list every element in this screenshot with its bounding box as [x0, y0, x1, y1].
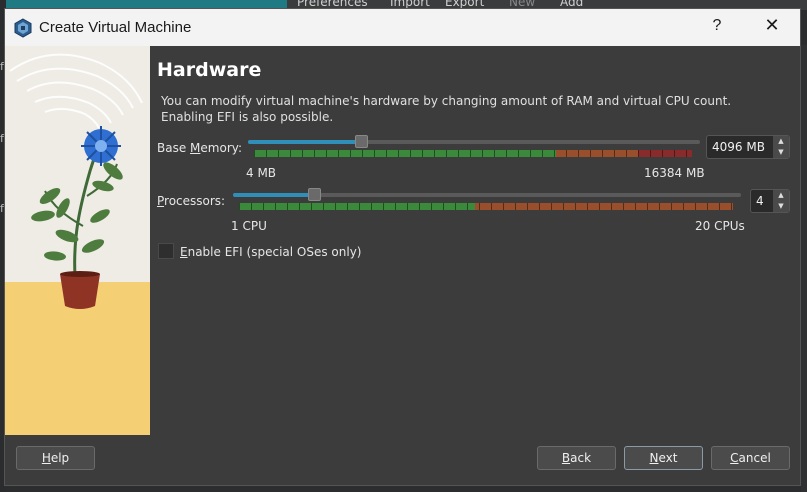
label-mnemonic: P: [157, 194, 165, 208]
processors-slider-fill: [233, 193, 315, 197]
cancel-button[interactable]: Cancel: [711, 446, 790, 470]
processors-slider-handle[interactable]: [308, 188, 322, 201]
label-text: Base: [157, 141, 191, 155]
virtualbox-icon: [14, 18, 32, 38]
button-label: elp: [50, 451, 70, 465]
label-text: rocessors:: [164, 194, 226, 208]
base-memory-slider-handle[interactable]: [355, 135, 368, 148]
description-line: Enabling EFI is also possible.: [161, 110, 334, 124]
memory-min-label: 4 MB: [246, 166, 277, 180]
spin-buttons: ▲ ▼: [773, 136, 789, 158]
memory-max-label: 16384 MB: [644, 166, 705, 180]
button-mnemonic: N: [649, 451, 659, 465]
help-icon[interactable]: ?: [707, 17, 727, 37]
base-memory-spinbox[interactable]: 4096 MB ▲ ▼: [706, 135, 790, 159]
spin-buttons: ▲ ▼: [773, 190, 789, 212]
back-button[interactable]: Back: [537, 446, 616, 470]
page-heading: Hardware: [157, 59, 262, 81]
base-memory-label: Base Memory:: [157, 141, 242, 155]
button-label: ack: [570, 451, 592, 465]
base-memory-scale: [254, 150, 692, 157]
base-memory-value: 4096 MB: [712, 140, 765, 154]
label-mnemonic: E: [180, 245, 188, 259]
dialog-titlebar: Create Virtual Machine ? ✕: [5, 9, 800, 46]
button-mnemonic: C: [730, 451, 739, 465]
page-description: You can modify virtual machine's hardwar…: [161, 93, 761, 125]
enable-efi-checkbox[interactable]: [158, 243, 174, 259]
processors-spinbox[interactable]: 4 ▲ ▼: [750, 189, 790, 213]
base-memory-slider-fill: [248, 140, 361, 144]
button-mnemonic: B: [561, 451, 571, 465]
wizard-illustration: [5, 46, 150, 435]
scale-ticks: [254, 150, 692, 157]
spin-up-icon[interactable]: ▲: [773, 190, 789, 201]
description-line: You can modify virtual machine's hardwar…: [161, 94, 732, 108]
next-button[interactable]: Next: [624, 446, 703, 470]
host-window-titlebar: [0, 0, 287, 8]
processors-scale: [239, 203, 733, 210]
close-icon[interactable]: ✕: [761, 15, 783, 37]
spin-up-icon[interactable]: ▲: [773, 136, 789, 147]
dialog-title: Create Virtual Machine: [39, 19, 192, 36]
spin-down-icon[interactable]: ▼: [773, 201, 789, 212]
button-label: ancel: [738, 451, 771, 465]
label-text: emory:: [200, 141, 243, 155]
enable-efi-label[interactable]: Enable EFI (special OSes only): [180, 245, 361, 259]
processors-label: Processors:: [157, 194, 225, 208]
create-vm-dialog: Create Virtual Machine ? ✕ Hardware You …: [4, 8, 801, 486]
scale-ticks: [239, 203, 733, 210]
spin-down-icon[interactable]: ▼: [773, 147, 789, 158]
button-label: ext: [658, 451, 678, 465]
label-mnemonic: M: [190, 141, 201, 155]
processors-value: 4: [756, 194, 764, 208]
processors-min-label: 1 CPU: [231, 219, 267, 233]
processors-max-label: 20 CPUs: [695, 219, 745, 233]
dialog-button-bar: Help Back Next Cancel: [5, 435, 800, 485]
help-button[interactable]: Help: [16, 446, 95, 470]
label-text: nable EFI (special OSes only): [187, 245, 362, 259]
host-right-edge: [801, 45, 807, 492]
button-mnemonic: H: [41, 451, 51, 465]
